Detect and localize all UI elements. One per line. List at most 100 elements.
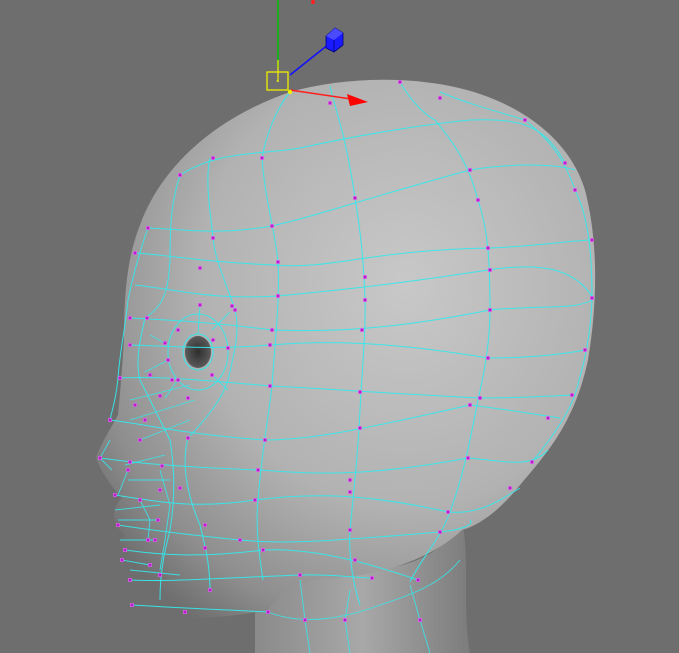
mesh-vertex[interactable] bbox=[133, 251, 137, 255]
mesh-vertex[interactable] bbox=[128, 316, 132, 320]
mesh-vertex[interactable] bbox=[363, 275, 367, 279]
mesh-vertex[interactable] bbox=[148, 373, 152, 377]
mesh-vertex[interactable] bbox=[120, 558, 124, 562]
mesh-vertex[interactable] bbox=[583, 348, 587, 352]
mesh-vertex[interactable] bbox=[211, 338, 215, 342]
mesh-vertex[interactable] bbox=[358, 426, 362, 430]
mesh-vertex[interactable] bbox=[148, 563, 152, 567]
mesh-vertex[interactable] bbox=[138, 498, 142, 502]
mesh-vertex[interactable] bbox=[546, 416, 550, 420]
mesh-vertex[interactable] bbox=[523, 118, 527, 122]
mesh-vertex[interactable] bbox=[276, 260, 280, 264]
mesh-vertex[interactable] bbox=[508, 486, 512, 490]
mesh-vertex[interactable] bbox=[328, 101, 332, 105]
mesh-vertex[interactable] bbox=[156, 518, 160, 522]
scene-canvas[interactable] bbox=[0, 0, 679, 653]
mesh-vertex[interactable] bbox=[563, 161, 567, 165]
mesh-vertex[interactable] bbox=[398, 80, 402, 84]
mesh-vertex[interactable] bbox=[438, 96, 442, 100]
mesh-vertex[interactable] bbox=[186, 436, 190, 440]
mesh-vertex[interactable] bbox=[176, 378, 180, 382]
mesh-vertex[interactable] bbox=[253, 498, 257, 502]
mesh-vertex[interactable] bbox=[468, 403, 472, 407]
mesh-vertex[interactable] bbox=[158, 394, 162, 398]
mesh-vertex[interactable] bbox=[163, 341, 167, 345]
mesh-vertex[interactable] bbox=[226, 346, 230, 350]
mesh-vertex[interactable] bbox=[363, 298, 367, 302]
mesh-vertex[interactable] bbox=[116, 523, 120, 527]
mesh-vertex[interactable] bbox=[133, 403, 137, 407]
move-z-cube-icon[interactable] bbox=[325, 27, 344, 53]
mesh-vertex[interactable] bbox=[276, 294, 280, 298]
mesh-vertex[interactable] bbox=[590, 296, 594, 300]
mesh-vertex[interactable] bbox=[238, 538, 242, 542]
mesh-vertex[interactable] bbox=[348, 478, 352, 482]
mesh-vertex[interactable] bbox=[198, 266, 202, 270]
mesh-vertex[interactable] bbox=[263, 438, 267, 442]
mesh-vertex[interactable] bbox=[348, 528, 352, 532]
mesh-vertex[interactable] bbox=[353, 558, 357, 562]
mesh-vertex[interactable] bbox=[233, 308, 237, 312]
mesh-vertex[interactable] bbox=[183, 610, 187, 614]
mesh-vertex[interactable] bbox=[230, 304, 234, 308]
mesh-vertex[interactable] bbox=[303, 618, 307, 622]
mesh-vertex[interactable] bbox=[416, 578, 420, 582]
mesh-vertex[interactable] bbox=[446, 510, 450, 514]
mesh-vertex[interactable] bbox=[126, 468, 130, 472]
mesh-vertex[interactable] bbox=[178, 173, 182, 177]
mesh-vertex[interactable] bbox=[343, 618, 347, 622]
mesh-vertex[interactable] bbox=[268, 384, 272, 388]
mesh-vertex[interactable] bbox=[166, 358, 170, 362]
mesh-vertex[interactable] bbox=[198, 303, 202, 307]
mesh-vertex[interactable] bbox=[486, 246, 490, 250]
mesh-vertex[interactable] bbox=[348, 490, 352, 494]
mesh-vertex[interactable] bbox=[118, 376, 122, 380]
mesh-vertex[interactable] bbox=[486, 356, 490, 360]
mesh-vertex[interactable] bbox=[353, 196, 357, 200]
mesh-vertex[interactable] bbox=[468, 168, 472, 172]
3d-viewport[interactable] bbox=[0, 0, 679, 653]
mesh-vertex[interactable] bbox=[570, 393, 574, 397]
mesh-vertex[interactable] bbox=[270, 224, 274, 228]
mesh-vertex[interactable] bbox=[210, 373, 214, 377]
mesh-vertex[interactable] bbox=[98, 456, 102, 460]
mesh-vertex[interactable] bbox=[138, 438, 142, 442]
mesh-vertex[interactable] bbox=[176, 328, 180, 332]
mesh-vertex[interactable] bbox=[128, 343, 132, 347]
mesh-vertex[interactable] bbox=[160, 464, 164, 468]
mesh-vertex[interactable] bbox=[466, 456, 470, 460]
mesh-vertex[interactable] bbox=[488, 268, 492, 272]
mesh-vertex[interactable] bbox=[113, 493, 117, 497]
mesh-vertex[interactable] bbox=[153, 538, 157, 542]
mesh-vertex[interactable] bbox=[146, 226, 150, 230]
mesh-vertex[interactable] bbox=[266, 610, 270, 614]
mesh-vertex[interactable] bbox=[158, 488, 162, 492]
mesh-vertex[interactable] bbox=[146, 538, 150, 542]
mesh-vertex[interactable] bbox=[358, 390, 362, 394]
mesh-vertex[interactable] bbox=[208, 588, 212, 592]
mesh-vertex[interactable] bbox=[143, 418, 147, 422]
mesh-vertex[interactable] bbox=[130, 603, 134, 607]
mesh-vertex[interactable] bbox=[488, 308, 492, 312]
mesh-vertex[interactable] bbox=[298, 573, 302, 577]
mesh-vertex[interactable] bbox=[260, 156, 264, 160]
mesh-vertex[interactable] bbox=[170, 378, 174, 382]
mesh-vertex[interactable] bbox=[186, 396, 190, 400]
mesh-vertex[interactable] bbox=[476, 198, 480, 202]
mesh-vertex[interactable] bbox=[108, 418, 112, 422]
mesh-vertex[interactable] bbox=[128, 578, 132, 582]
mesh-vertex[interactable] bbox=[268, 343, 272, 347]
mesh-vertex[interactable] bbox=[261, 548, 265, 552]
mesh-vertex[interactable] bbox=[478, 396, 482, 400]
mesh-vertex[interactable] bbox=[123, 548, 127, 552]
mesh-vertex[interactable] bbox=[530, 460, 534, 464]
mesh-vertex[interactable] bbox=[360, 328, 364, 332]
mesh-vertex[interactable] bbox=[178, 486, 182, 490]
mesh-vertex[interactable] bbox=[211, 236, 215, 240]
mesh-vertex[interactable] bbox=[418, 618, 422, 622]
mesh-vertex[interactable] bbox=[590, 238, 594, 242]
mesh-vertex[interactable] bbox=[128, 460, 132, 464]
mesh-vertex[interactable] bbox=[203, 523, 207, 527]
mesh-vertex[interactable] bbox=[270, 328, 274, 332]
mesh-vertex[interactable] bbox=[573, 188, 577, 192]
